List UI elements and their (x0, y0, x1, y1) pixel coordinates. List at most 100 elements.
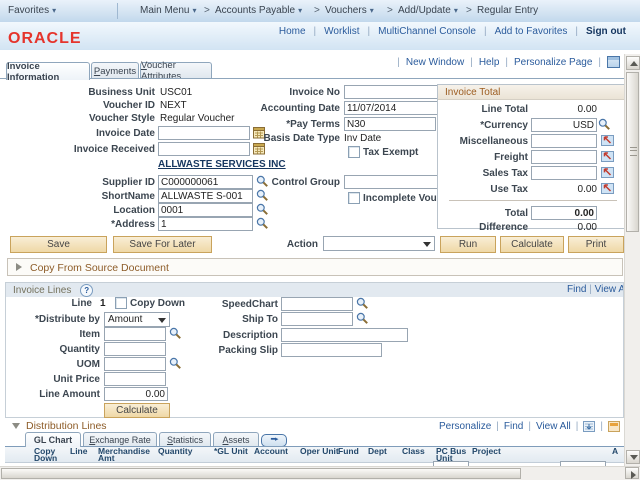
horizontal-scroll-thumb[interactable] (1, 468, 521, 479)
business-unit-value: USC01 (160, 87, 193, 98)
tab-payments[interactable]: Payments (91, 62, 139, 79)
item-input[interactable] (104, 327, 166, 341)
grid-tab-assets[interactable]: Assets (213, 432, 259, 447)
expand-arrow-icon[interactable] (16, 263, 22, 271)
print-button[interactable]: Print (568, 236, 624, 253)
lookup-icon[interactable] (256, 189, 269, 202)
ship-to-input[interactable] (281, 312, 353, 326)
item-label: Item (79, 329, 100, 340)
use-tax-value: 0.00 (577, 184, 597, 195)
miscellaneous-input[interactable] (531, 134, 597, 148)
sales-tax-input[interactable] (531, 166, 597, 180)
packing-slip-input[interactable] (281, 343, 382, 357)
breadcrumb-separator (383, 5, 397, 16)
collapse-arrow-icon[interactable] (12, 423, 20, 429)
horizontal-scrollbar[interactable] (0, 466, 640, 480)
lookup-icon[interactable] (169, 357, 182, 370)
invoice-received-input[interactable] (158, 142, 250, 156)
control-group-input[interactable] (344, 175, 444, 189)
calculate-button[interactable]: Calculate (500, 236, 564, 253)
freight-detail-icon[interactable] (601, 151, 614, 164)
download-grid-icon[interactable] (583, 421, 596, 432)
view-all-link[interactable]: View All (536, 421, 571, 432)
line-calculate-button[interactable]: Calculate (104, 403, 170, 418)
grid-tab-statistics[interactable]: Statistics (159, 432, 211, 447)
new-window-link[interactable]: New Window (406, 57, 464, 68)
copy-down-checkbox[interactable] (115, 297, 127, 309)
total-input[interactable] (531, 206, 597, 220)
lookup-icon[interactable] (256, 203, 269, 216)
use-tax-detail-icon[interactable] (601, 183, 614, 196)
home-link[interactable]: Home (279, 26, 306, 37)
find-link[interactable]: Find (567, 284, 586, 295)
column-header-class: Class (402, 447, 425, 456)
lookup-icon[interactable] (256, 217, 269, 230)
sign-out-link[interactable]: Sign out (586, 26, 626, 37)
vertical-scroll-thumb[interactable] (626, 72, 639, 232)
lookup-icon[interactable] (356, 297, 369, 310)
shortname-input[interactable] (158, 189, 253, 203)
distribution-links: Personalize Find View All (430, 421, 620, 432)
column-header-copy-down: Copy Down (34, 447, 58, 463)
scroll-right-button[interactable] (625, 467, 639, 479)
scroll-down-button[interactable] (626, 450, 640, 464)
lookup-icon[interactable] (169, 327, 182, 340)
basis-date-type-label: Basis Date Type (263, 133, 340, 144)
grid-tab-gl-chart[interactable]: GL Chart (25, 432, 81, 447)
breadcrumb-accounts-payable[interactable]: Accounts Payable (215, 5, 302, 16)
distribute-by-select[interactable]: Amount (104, 312, 170, 327)
pay-terms-input[interactable] (344, 117, 436, 131)
supplier-name-link[interactable]: ALLWASTE SERVICES INC (158, 159, 286, 170)
help-link[interactable]: Help (479, 57, 500, 68)
worklist-link[interactable]: Worklist (324, 26, 359, 37)
misc-charge-detail-icon[interactable] (601, 135, 614, 148)
accounting-date-input[interactable] (344, 101, 452, 115)
freight-input[interactable] (531, 150, 597, 164)
add-to-favorites-link[interactable]: Add to Favorites (495, 26, 568, 37)
uom-input[interactable] (104, 357, 166, 371)
favorites-menu[interactable]: Favorites (8, 5, 56, 16)
address-input[interactable] (158, 217, 253, 231)
shortname-label: ShortName (101, 191, 155, 202)
description-input[interactable] (281, 328, 408, 342)
breadcrumb-add-update[interactable]: Add/Update (398, 5, 458, 16)
vertical-scrollbar[interactable] (624, 54, 640, 466)
personalize-link[interactable]: Personalize (439, 421, 491, 432)
quantity-input[interactable] (104, 342, 166, 356)
incomplete-voucher-checkbox[interactable] (348, 192, 360, 204)
zoom-grid-icon[interactable] (608, 421, 620, 432)
sales-tax-detail-icon[interactable] (601, 167, 614, 180)
line-total-label: Line Total (481, 104, 528, 115)
link-separator (470, 57, 473, 68)
unit-price-input[interactable] (104, 372, 166, 386)
help-icon[interactable] (80, 284, 94, 297)
personalize-page-link[interactable]: Personalize Page (514, 57, 592, 68)
run-button[interactable]: Run (440, 236, 496, 253)
grid-tab-exchange-rate[interactable]: Exchange Rate (83, 432, 157, 447)
currency-input[interactable] (531, 118, 597, 132)
breadcrumb-vouchers[interactable]: Vouchers (325, 5, 374, 16)
lookup-icon[interactable] (598, 118, 611, 131)
tax-exempt-checkbox[interactable] (348, 146, 360, 158)
speedchart-input[interactable] (281, 297, 353, 311)
main-menu[interactable]: Main Menu (140, 5, 196, 16)
copy-from-source-section[interactable]: Copy From Source Document (7, 258, 623, 276)
column-header-activity-clipped: A (612, 447, 619, 456)
view-all-link[interactable]: View All (595, 284, 623, 295)
tab-voucher-attributes[interactable]: Voucher Attributes (140, 60, 212, 82)
lookup-icon[interactable] (356, 312, 369, 325)
tab-invoice-information[interactable]: Invoice Information (6, 61, 90, 83)
multichannel-console-link[interactable]: MultiChannel Console (378, 26, 476, 37)
action-select[interactable] (323, 236, 435, 251)
difference-label: Difference (479, 222, 528, 233)
voucher-regular-entry-page: Favorites Main Menu Accounts Payable Vou… (0, 0, 640, 480)
use-tax-label: Use Tax (490, 184, 528, 195)
save-button[interactable]: Save (10, 236, 107, 253)
http-grid-icon[interactable] (607, 56, 620, 68)
scroll-up-button[interactable] (626, 56, 640, 70)
find-link[interactable]: Find (504, 421, 523, 432)
sales-tax-label: Sales Tax (482, 168, 528, 179)
line-amount-input[interactable] (104, 387, 168, 401)
save-for-later-button[interactable]: Save For Later (113, 236, 212, 253)
location-input[interactable] (158, 203, 253, 217)
